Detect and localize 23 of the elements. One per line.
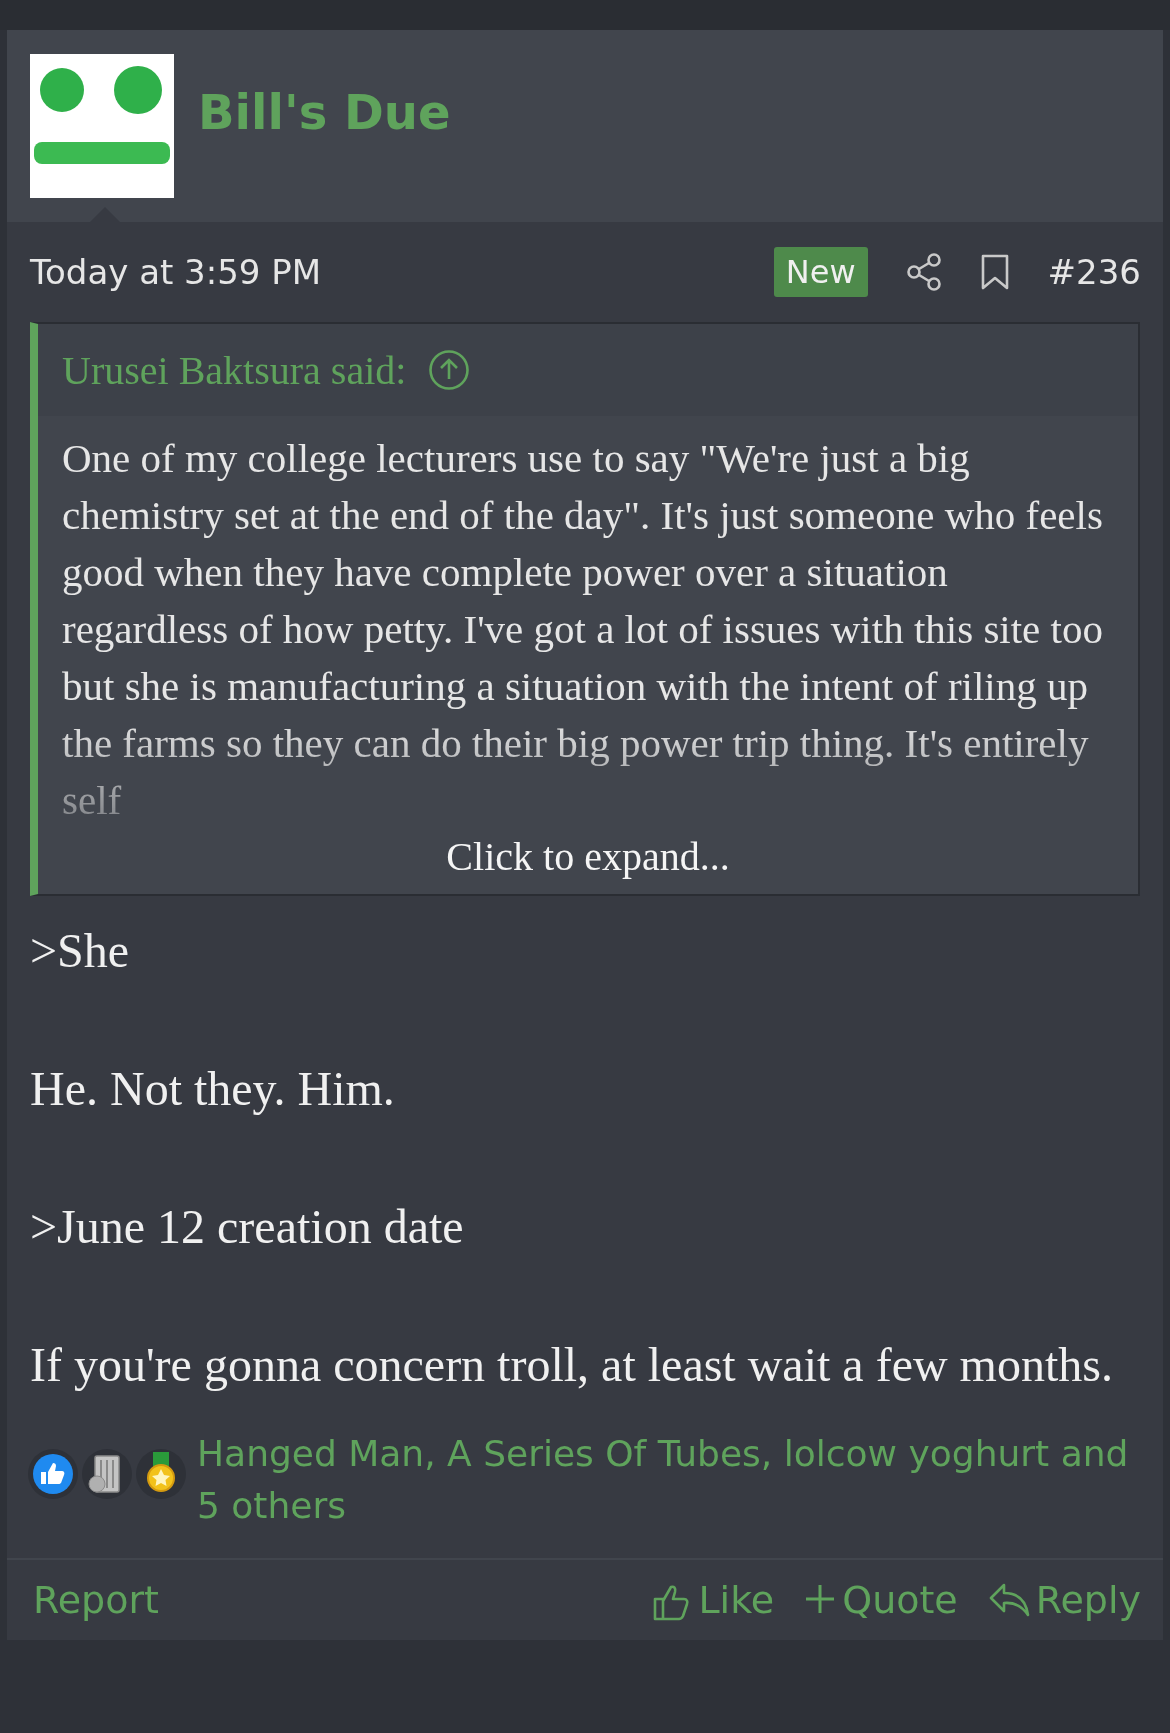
quote-text: One of my college lecturers use to say "We're just a big chemistry set at the end of the day". It's just someone who feels good when they have complete power over a situation regardless of how petty. I've got a lot of issues with this site too but she is manufacturing a situation with the intent of riling up the farms so they can do their big power trip thing. It's entirely self xyxy=(62,434,1104,825)
arrow-up-icon[interactable] xyxy=(428,349,471,391)
thumbs-up-icon[interactable] xyxy=(27,1448,79,1500)
new-badge: New xyxy=(773,247,868,297)
username-link[interactable]: Bill's Due xyxy=(198,84,451,140)
bookmark-icon[interactable] xyxy=(979,254,1010,290)
post-text: >June 12 creation date xyxy=(30,1199,465,1255)
medal-icon[interactable] xyxy=(135,1448,187,1500)
post-number-link[interactable]: #236 xyxy=(1047,252,1141,292)
quote-button[interactable]: Quote xyxy=(804,1578,958,1622)
like-button[interactable]: Like xyxy=(652,1578,775,1622)
post-time[interactable]: Today at 3:59 PM xyxy=(30,252,322,292)
reactions-link[interactable]: Hanged Man, A Series Of Tubes, lolcow yoghurt and 5 others xyxy=(197,1428,1140,1532)
post-text: He. Not they. Him. xyxy=(30,1061,396,1117)
quote-author-link[interactable]: Urusei Baktsura said: xyxy=(62,346,407,394)
expand-link[interactable]: Click to expand... xyxy=(62,833,1114,880)
avatar[interactable] xyxy=(30,54,174,198)
post-text: If you're gonna concern troll, at least wait a few months. xyxy=(30,1337,1114,1393)
trash-can-icon[interactable] xyxy=(81,1448,133,1500)
report-link[interactable]: Report xyxy=(33,1578,159,1622)
reply-button[interactable]: Reply xyxy=(987,1578,1141,1622)
post-text: >She xyxy=(30,923,131,979)
share-icon[interactable] xyxy=(905,252,942,292)
